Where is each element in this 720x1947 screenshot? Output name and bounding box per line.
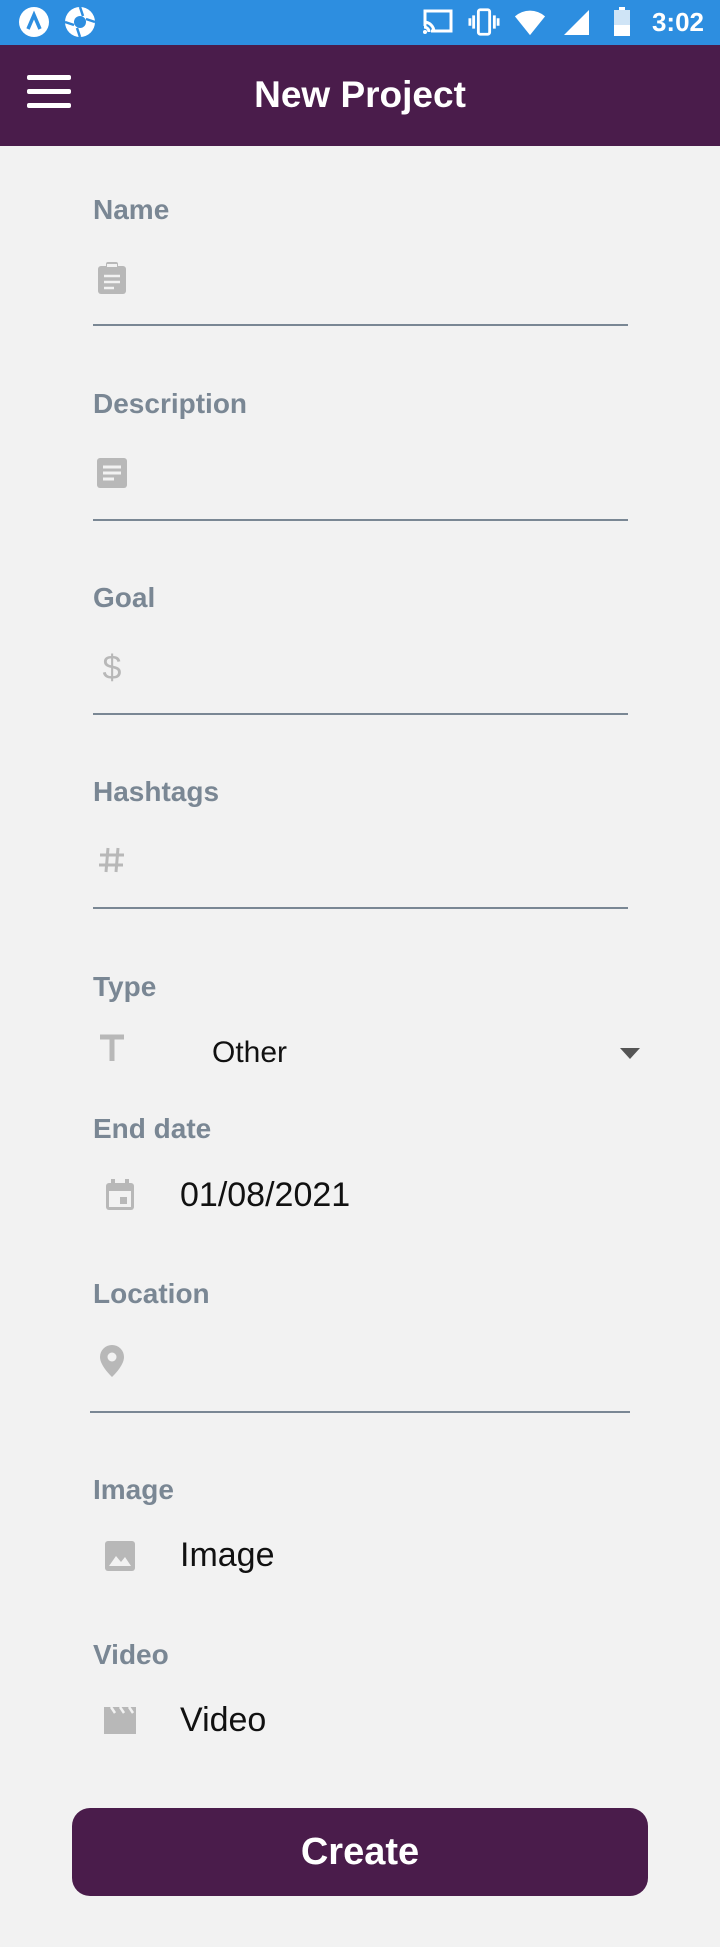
- battery-icon: [606, 6, 638, 38]
- app-bar: New Project: [0, 45, 720, 146]
- end-date-label: End date: [93, 1113, 212, 1144]
- notes-icon: [95, 456, 129, 490]
- video-picker[interactable]: Video: [180, 1700, 266, 1740]
- video-clapper-icon: [103, 1703, 137, 1737]
- image-picker[interactable]: Image: [180, 1535, 275, 1575]
- signal-icon: [560, 6, 592, 38]
- shutter-icon: [64, 6, 96, 38]
- type-selected-value: Other: [212, 1036, 288, 1069]
- vibrate-icon: [468, 6, 500, 38]
- location-input[interactable]: [90, 1353, 630, 1413]
- dropdown-arrow-icon[interactable]: [620, 1048, 640, 1059]
- status-bar: 3:02: [0, 0, 720, 45]
- calendar-icon: [103, 1178, 137, 1212]
- hashtags-input[interactable]: [93, 849, 628, 909]
- dollar-icon: $: [102, 648, 122, 687]
- name-input[interactable]: [93, 266, 628, 326]
- description-label: Description: [93, 388, 248, 419]
- cast-icon: [421, 6, 454, 38]
- status-time: 3:02: [651, 7, 704, 37]
- type-label: Type: [93, 971, 157, 1002]
- video-label: Video: [93, 1639, 169, 1670]
- image-label: Image: [93, 1474, 174, 1505]
- goal-input[interactable]: [93, 655, 628, 715]
- goal-label: Goal: [93, 582, 156, 613]
- wifi-icon: [514, 6, 546, 38]
- name-label: Name: [93, 194, 170, 225]
- hashtags-label: Hashtags: [93, 776, 220, 807]
- hashtag-icon: [95, 843, 129, 877]
- text-t-icon: [95, 1031, 129, 1065]
- type-select[interactable]: Other: [200, 1033, 645, 1077]
- clipboard-icon: [95, 261, 129, 295]
- page-title: New Project: [254, 74, 466, 115]
- location-label: Location: [93, 1278, 210, 1309]
- description-input[interactable]: [93, 461, 628, 521]
- create-button[interactable]: Create: [72, 1808, 648, 1896]
- image-icon: [103, 1539, 137, 1573]
- location-pin-icon: [95, 1344, 129, 1378]
- app-a-icon: [18, 6, 50, 38]
- end-date-value[interactable]: 01/08/2021: [180, 1175, 350, 1215]
